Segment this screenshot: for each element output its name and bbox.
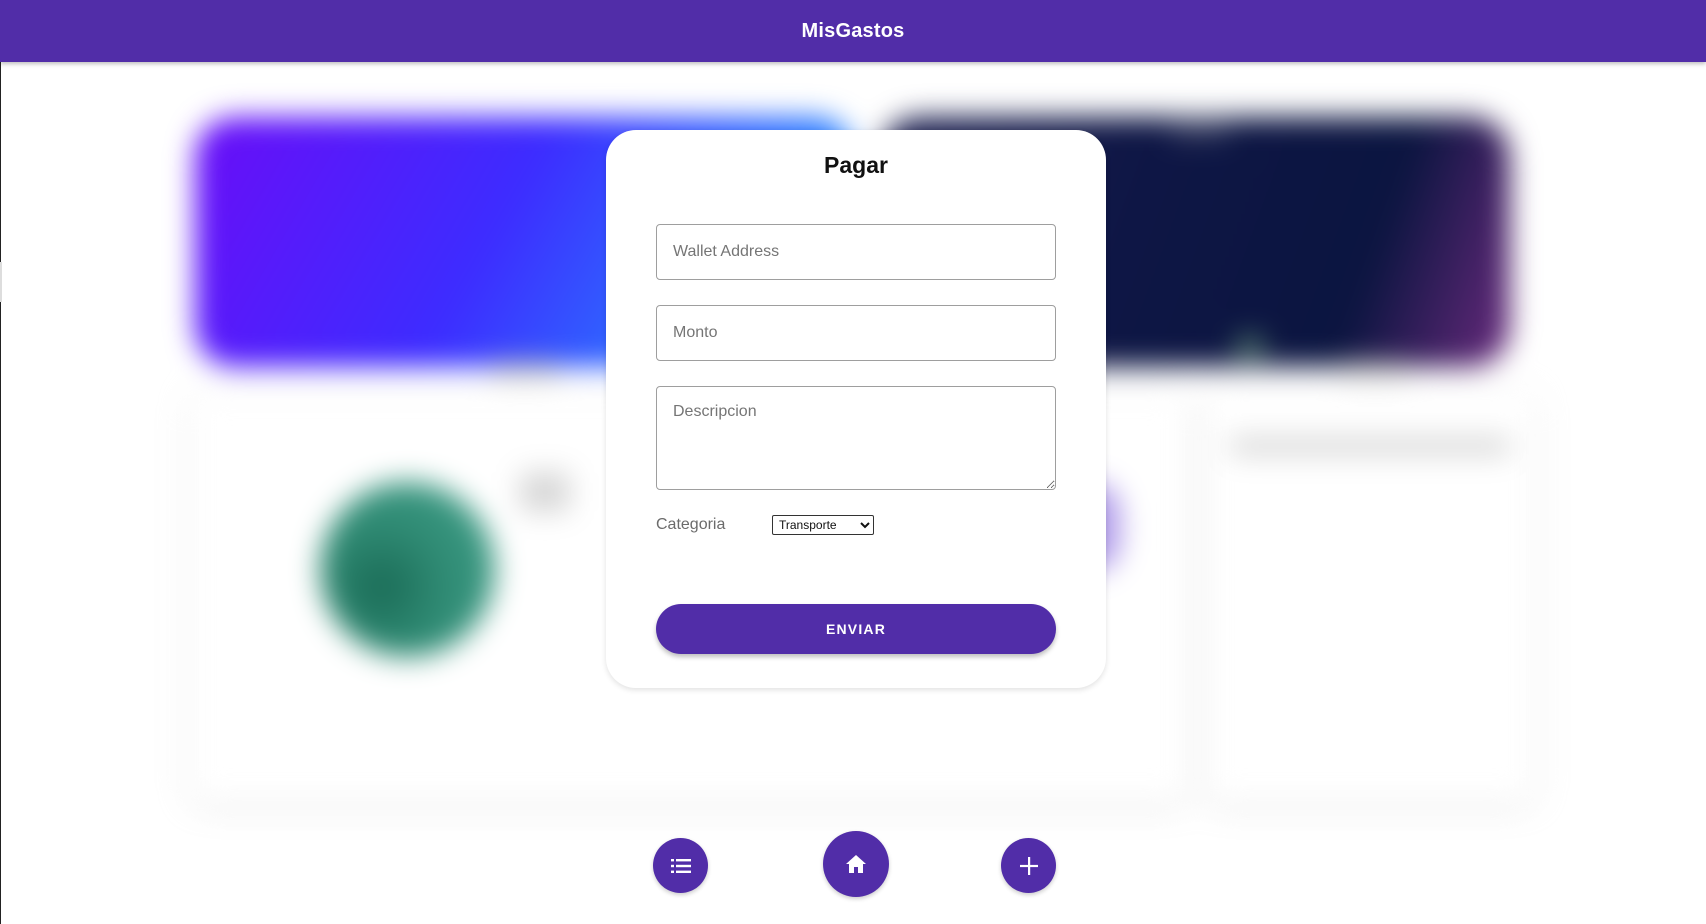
- list-nav-button[interactable]: [653, 838, 708, 893]
- top-app-bar: MisGastos: [0, 0, 1706, 62]
- plus-icon: [1019, 856, 1038, 875]
- description-textarea[interactable]: [656, 386, 1056, 490]
- app-title: MisGastos: [801, 19, 905, 42]
- category-select[interactable]: Transporte: [772, 515, 874, 535]
- add-nav-button[interactable]: [1001, 838, 1056, 893]
- text-chip-blurred: [490, 362, 560, 376]
- home-icon: [846, 855, 866, 873]
- pie-chart-blurred: [320, 482, 495, 657]
- text-chip-blurred: [1340, 362, 1410, 376]
- wallet-address-input[interactable]: [656, 224, 1056, 280]
- amount-input[interactable]: [656, 305, 1056, 361]
- dialog-title: Pagar: [824, 152, 888, 178]
- status-dot-blurred: [1235, 337, 1265, 357]
- submit-button[interactable]: ENVIAR: [656, 604, 1056, 654]
- category-label: Categoria: [656, 516, 726, 533]
- app-root: MisGastos Pagar Categoria Transporte ENV…: [0, 0, 1706, 924]
- text-chip-blurred: [520, 472, 570, 512]
- home-nav-button[interactable]: [823, 831, 889, 897]
- progress-bar-blurred: [1230, 437, 1510, 455]
- list-icon: [670, 858, 691, 873]
- text-chip-blurred: [1170, 122, 1230, 138]
- payment-dialog: Pagar Categoria Transporte ENVIAR: [606, 130, 1106, 688]
